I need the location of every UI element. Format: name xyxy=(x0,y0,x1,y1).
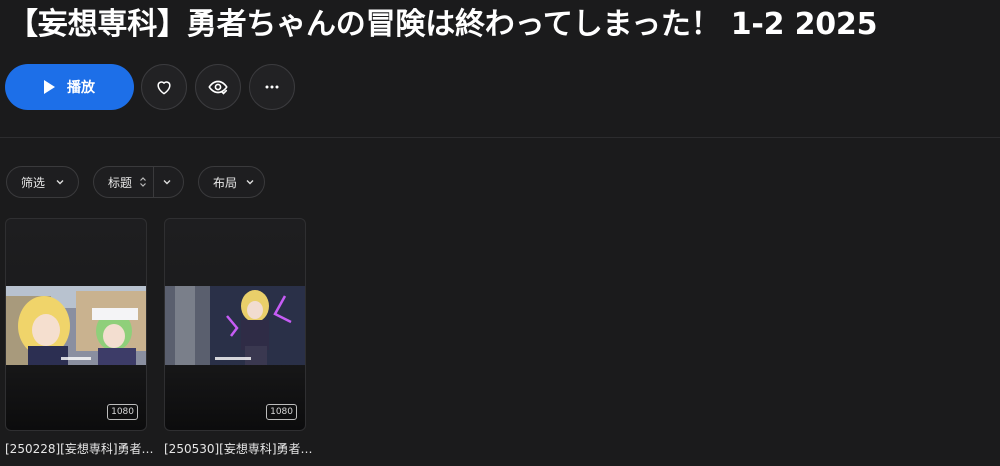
video-thumbnail xyxy=(6,286,146,365)
play-button[interactable]: 播放 xyxy=(5,64,134,110)
media-card-title[interactable]: [250530][妄想専科]勇者ちゃんの冒険は終わってしまった！ xyxy=(164,440,314,457)
chevron-down-icon[interactable] xyxy=(162,177,172,187)
quality-badge: 1080 xyxy=(266,404,297,420)
sort-control[interactable]: 标题 xyxy=(93,166,184,198)
video-thumbnail xyxy=(165,286,305,365)
heart-icon xyxy=(157,81,171,95)
media-card[interactable]: 1080 xyxy=(164,218,306,431)
more-options-button[interactable] xyxy=(249,64,295,110)
quality-badge: 1080 xyxy=(107,404,138,420)
page-title: 【妄想専科】勇者ちゃんの冒険は終わってしまった！ 1-2 2025 xyxy=(8,7,878,42)
play-icon xyxy=(44,80,55,94)
layout-dropdown[interactable]: 布局 xyxy=(198,166,265,198)
layout-label: 布局 xyxy=(213,175,238,190)
sort-label: 标题 xyxy=(108,175,133,190)
section-divider xyxy=(0,137,1000,138)
play-button-label: 播放 xyxy=(67,80,95,96)
filter-dropdown[interactable]: 筛选 xyxy=(6,166,79,198)
more-horizontal-icon xyxy=(265,85,279,89)
filter-label: 筛选 xyxy=(21,175,46,190)
media-card-title[interactable]: [250228][妄想専科]勇者ちゃんの冒険は終わってしまった！ xyxy=(5,440,155,457)
sort-separator xyxy=(153,166,155,198)
chevron-down-icon xyxy=(246,180,254,185)
sort-order-icon[interactable] xyxy=(139,176,147,188)
eye-check-icon xyxy=(208,80,228,95)
media-card[interactable]: 1080 xyxy=(5,218,147,431)
mark-watched-button[interactable] xyxy=(195,64,241,110)
favorite-button[interactable] xyxy=(141,64,187,110)
chevron-down-icon xyxy=(56,180,64,185)
